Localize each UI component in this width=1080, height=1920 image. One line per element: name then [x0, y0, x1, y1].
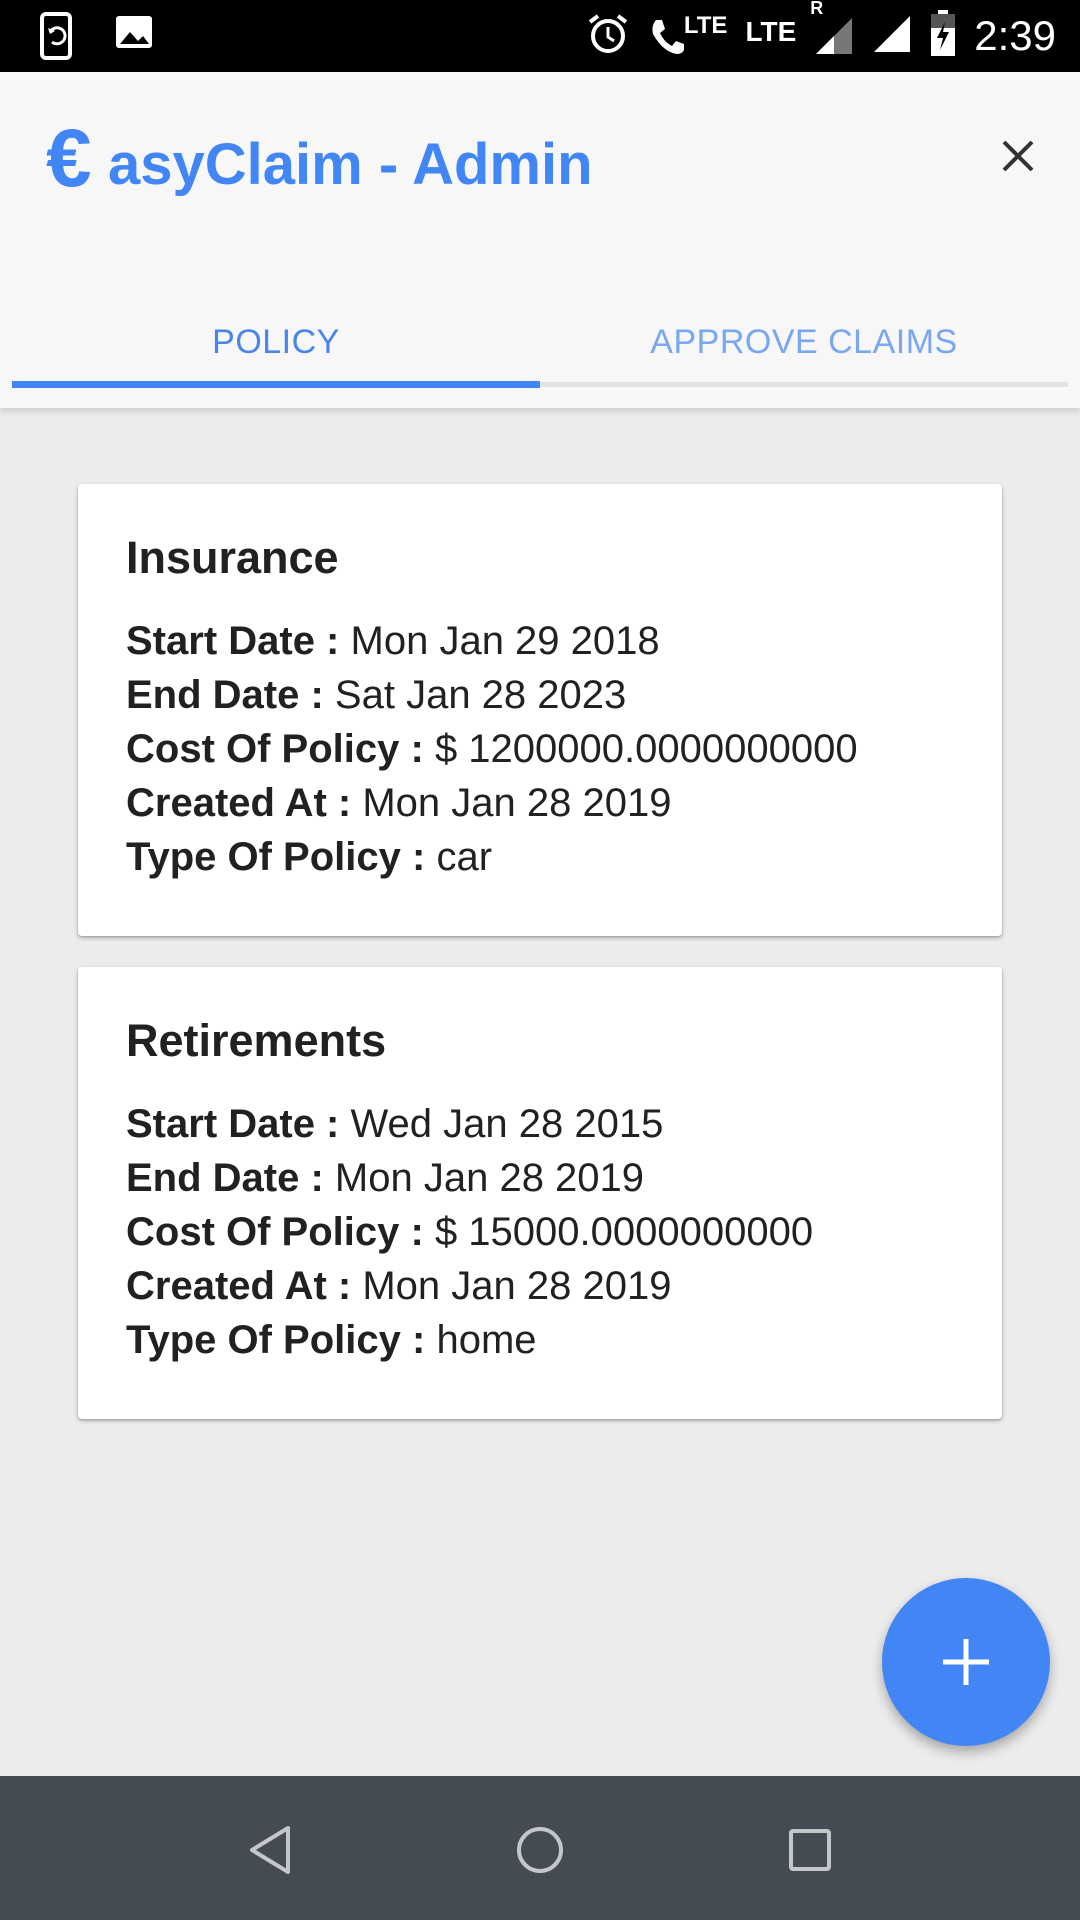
- close-icon: [1002, 140, 1034, 172]
- policy-card[interactable]: Insurance Start Date : Mon Jan 29 2018 E…: [78, 484, 1002, 936]
- policy-title: Insurance: [126, 532, 339, 583]
- battery-charging-icon: [930, 9, 956, 63]
- signal-full-icon: [872, 14, 912, 59]
- end-date-row: End Date : Mon Jan 28 2019: [126, 1156, 645, 1200]
- created-at-row: Created At : Mon Jan 28 2019: [126, 781, 672, 825]
- plus-icon: [943, 1639, 989, 1685]
- euro-logo: €: [46, 113, 92, 204]
- end-date-row: End Date : Sat Jan 28 2023: [126, 673, 627, 717]
- back-button[interactable]: [230, 1810, 310, 1890]
- tab-indicator: [12, 381, 540, 388]
- created-at-row: Created At : Mon Jan 28 2019: [126, 1264, 672, 1308]
- start-date-row: Start Date : Mon Jan 29 2018: [126, 619, 660, 663]
- back-icon: [250, 1826, 290, 1874]
- app-title: asyClaim - Admin: [108, 132, 593, 197]
- recents-button[interactable]: [770, 1810, 850, 1890]
- cost-row: Cost Of Policy : $ 15000.0000000000: [126, 1210, 814, 1254]
- start-date-row: Start Date : Wed Jan 28 2015: [126, 1102, 664, 1146]
- app-header: € asyClaim - Admin POLICY APPROVE CLAIMS: [0, 72, 1080, 408]
- screen-rotate-icon: [36, 12, 76, 65]
- clock: 2:39: [974, 12, 1056, 59]
- recents-icon: [789, 1829, 831, 1871]
- status-bar: LTE LTE R 2:39: [0, 0, 1080, 72]
- type-row: Type Of Policy : home: [126, 1318, 537, 1362]
- add-policy-button[interactable]: [882, 1578, 1050, 1746]
- system-nav-bar: [0, 1776, 1080, 1920]
- home-button[interactable]: [500, 1810, 580, 1890]
- alarm-icon: [586, 12, 630, 61]
- cost-row: Cost Of Policy : $ 1200000.0000000000: [126, 727, 858, 771]
- tab-approve-claims[interactable]: APPROVE CLAIMS: [540, 290, 1068, 394]
- type-row: Type Of Policy : car: [126, 835, 493, 879]
- volte-call-icon: LTE: [648, 12, 727, 56]
- policy-title: Retirements: [126, 1015, 387, 1066]
- tab-policy[interactable]: POLICY: [12, 290, 540, 394]
- image-icon: [114, 12, 154, 65]
- signal-icon: R: [810, 0, 854, 56]
- policy-card[interactable]: Retirements Start Date : Wed Jan 28 2015…: [78, 967, 1002, 1419]
- home-icon: [517, 1827, 563, 1873]
- close-button[interactable]: [986, 124, 1050, 188]
